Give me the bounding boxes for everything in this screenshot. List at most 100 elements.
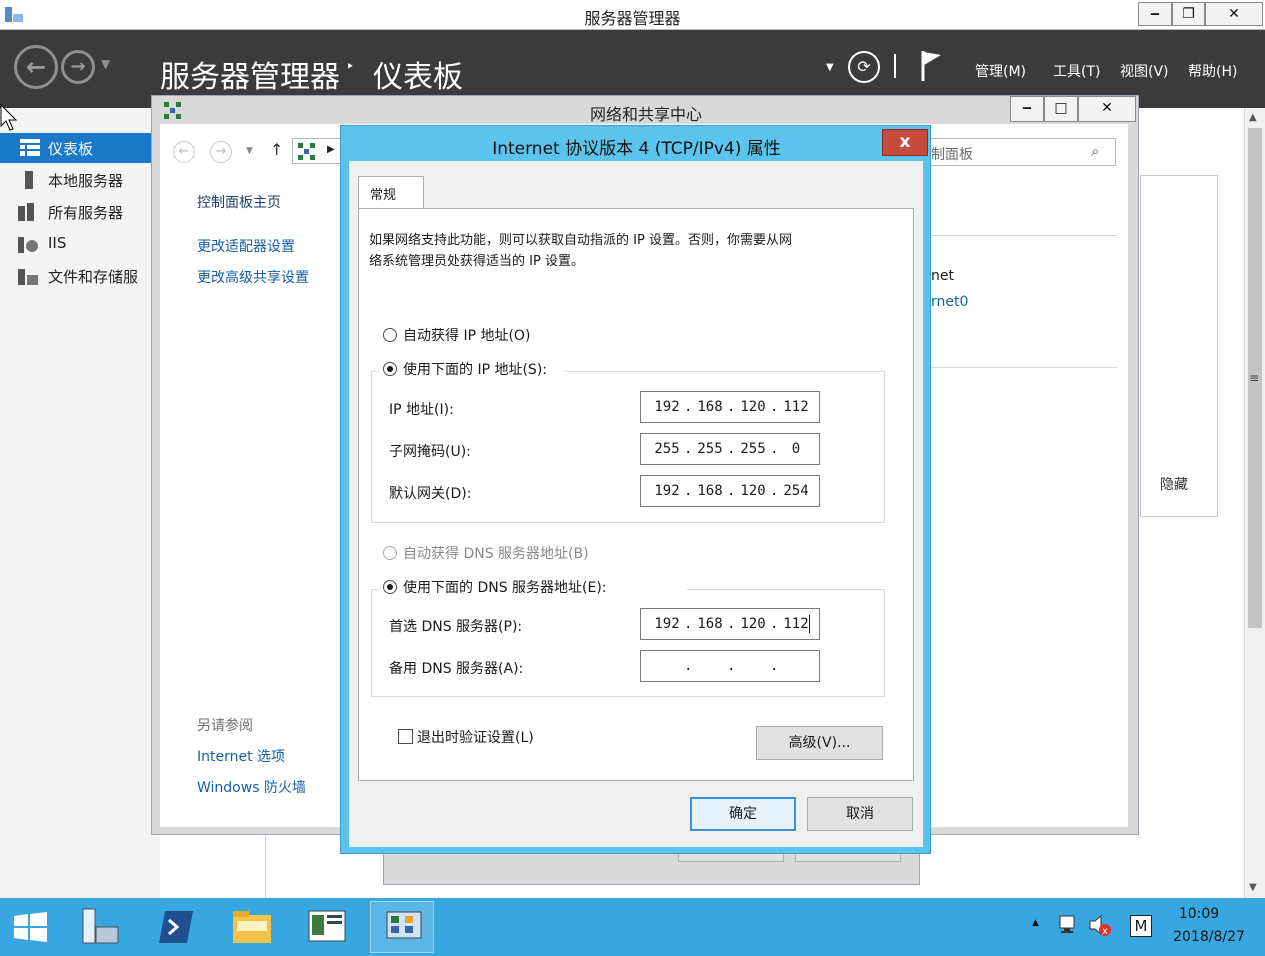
taskbar-file-explorer[interactable] [219, 901, 283, 953]
sidebar-item-label: 仪表板 [48, 140, 94, 158]
default-gateway-field[interactable]: 192. 168. 120. 254 [640, 475, 820, 507]
search-placeholder: 制面板 [931, 147, 973, 163]
sidebar-item-iis[interactable]: IIS [0, 229, 160, 259]
manual-ip-radio[interactable] [383, 362, 397, 376]
vertical-scrollbar[interactable]: ▲ ≡ ▼ [1244, 108, 1265, 898]
back-button[interactable]: ← [173, 141, 195, 163]
auto-ip-label[interactable]: 自动获得 IP 地址(O) [403, 325, 530, 345]
menu-view[interactable]: 视图(V) [1120, 61, 1169, 81]
manual-dns-label[interactable]: 使用下面的 DNS 服务器地址(E): [403, 577, 607, 597]
sidebar-item-dashboard[interactable]: 仪表板 [0, 133, 160, 163]
menu-help[interactable]: 帮助(H) [1188, 61, 1237, 81]
menu-tools[interactable]: 工具(T) [1053, 61, 1100, 81]
server-manager-icon [82, 908, 119, 944]
see-also-heading: 另请参阅 [197, 718, 253, 734]
auto-dns-radio [383, 546, 397, 560]
toolbar-divider [894, 54, 896, 78]
alternate-dns-label: 备用 DNS 服务器(A): [389, 661, 524, 677]
divider [265, 835, 266, 898]
refresh-icon[interactable]: ⟳ [848, 51, 880, 83]
dashboard-tile [1140, 175, 1218, 517]
cancel-button[interactable]: 取消 [807, 797, 913, 831]
minimize-button[interactable]: ‒ [1138, 2, 1172, 26]
window-title: 服务器管理器 [584, 9, 681, 28]
ip-address-label: IP 地址(I): [389, 402, 454, 418]
sidebar-item-file-storage[interactable]: 文件和存储服 [0, 261, 160, 291]
ip-address-field[interactable]: 192. 168. 120. 112 [640, 391, 820, 423]
sidebar-item-all-servers[interactable]: 所有服务器 [0, 197, 160, 227]
servers-icon [18, 203, 34, 221]
volume-muted-icon[interactable]: x [1088, 913, 1112, 939]
scroll-down-icon[interactable]: ▼ [1249, 882, 1257, 893]
taskbar-network-center[interactable] [370, 901, 434, 953]
scroll-up-icon[interactable]: ▲ [1249, 112, 1257, 123]
start-button[interactable] [0, 901, 64, 953]
manual-dns-radio[interactable] [383, 580, 397, 594]
forward-button[interactable]: → [61, 50, 95, 84]
history-dropdown-icon[interactable]: ▼ [101, 57, 110, 71]
control-panel-home-link[interactable]: 控制面板主页 [197, 192, 281, 212]
forward-button[interactable]: → [210, 141, 232, 163]
divider [931, 367, 1117, 368]
maximize-button[interactable]: □ [1044, 96, 1078, 122]
restore-button[interactable]: ❐ [1172, 2, 1205, 26]
chevron-right-icon: ▶ [327, 144, 335, 155]
dropdown-icon[interactable]: ▼ [826, 62, 834, 73]
dialog-title: Internet 协议版本 4 (TCP/IPv4) 属性 [492, 139, 781, 159]
validate-on-exit-label[interactable]: 退出时验证设置(L) [417, 727, 534, 747]
network-icon [298, 143, 315, 160]
preferred-dns-field[interactable]: 192. 168. 120. 112 [640, 608, 820, 640]
change-adapter-link[interactable]: 更改适配器设置 [197, 236, 295, 256]
windows-logo-icon [14, 912, 47, 942]
sidebar-item-label: 文件和存储服 [48, 268, 139, 286]
server-manager-sidebar: 仪表板 本地服务器 所有服务器 IIS 文件和存储服 [0, 108, 160, 898]
notifications-flag-icon[interactable] [918, 49, 944, 83]
clock-time[interactable]: 10:09 [1164, 906, 1234, 922]
clock-date[interactable]: 2018/8/27 [1164, 929, 1254, 945]
internet-options-link[interactable]: Internet 选项 [197, 746, 285, 766]
windows-firewall-link[interactable]: Windows 防火墙 [197, 777, 306, 797]
recent-dropdown-icon[interactable]: ▼ [246, 146, 253, 156]
minimize-button[interactable]: ‒ [1010, 96, 1044, 122]
close-button[interactable]: ✕ [1205, 2, 1263, 26]
search-box[interactable]: 制面板 ⌕ [930, 138, 1116, 166]
network-center-icon [386, 911, 422, 939]
subnet-mask-label: 子网掩码(U): [389, 444, 471, 460]
validate-on-exit-checkbox[interactable] [398, 729, 413, 744]
divider [931, 235, 1117, 236]
iis-icon [18, 237, 38, 253]
manual-ip-label[interactable]: 使用下面的 IP 地址(S): [403, 359, 547, 379]
svg-text:x: x [1102, 926, 1108, 937]
back-button[interactable]: ← [14, 45, 58, 89]
dialog-close-button[interactable]: x [882, 129, 928, 156]
preferred-dns-label: 首选 DNS 服务器(P): [389, 619, 523, 635]
folder-icon [233, 911, 271, 943]
description-line-1: 如果网络支持此功能，则可以获取自动指派的 IP 设置。否则，你需要从网 [369, 233, 792, 248]
hide-link[interactable]: 隐藏 [1160, 474, 1188, 494]
network-status-icon[interactable] [1058, 914, 1082, 938]
sidebar-item-local-server[interactable]: 本地服务器 [0, 165, 160, 195]
menu-manage[interactable]: 管理(M) [975, 61, 1026, 81]
alternate-dns-field[interactable]: . . . [640, 650, 820, 682]
auto-ip-radio[interactable] [383, 328, 397, 342]
tab-general[interactable]: 常规 [358, 176, 424, 210]
close-button[interactable]: ✕ [1078, 96, 1136, 122]
tab-label: 常规 [370, 188, 397, 203]
show-hidden-icons[interactable]: ▲ [1032, 918, 1039, 928]
advanced-sharing-link[interactable]: 更改高级共享设置 [197, 267, 309, 287]
tab-panel-general: 如果网络支持此功能，则可以获取自动指派的 IP 设置。否则，你需要从网 络系统管… [358, 208, 914, 781]
advanced-button[interactable]: 高级(V)... [756, 726, 883, 760]
search-icon[interactable]: ⌕ [1091, 142, 1099, 160]
server-manager-titlebar: 服务器管理器 ‒ ❐ ✕ [0, 0, 1265, 30]
input-method-icon[interactable]: M [1130, 915, 1152, 937]
up-level-icon[interactable]: ↑ [270, 140, 283, 159]
subnet-mask-field[interactable]: 255. 255. 255. 0 [640, 433, 820, 465]
control-panel-icon [308, 910, 346, 942]
ipv4-properties-dialog: Internet 协议版本 4 (TCP/IPv4) 属性 x 常规 如果网络支… [340, 125, 931, 854]
taskbar-server-manager[interactable] [67, 901, 131, 953]
taskbar-powershell[interactable] [143, 901, 207, 953]
ethernet-link[interactable]: rnet0 [931, 294, 968, 310]
ok-button[interactable]: 确定 [690, 797, 796, 831]
breadcrumb-page: 仪表板 [373, 60, 463, 95]
taskbar-control-panel[interactable] [295, 901, 359, 953]
